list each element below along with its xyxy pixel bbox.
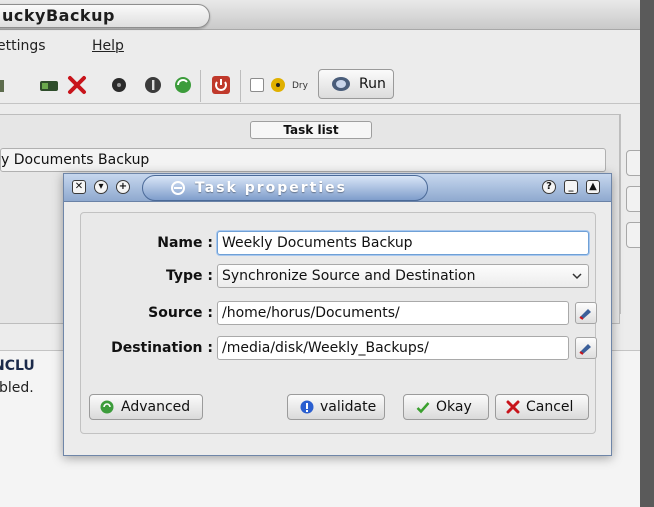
chevron-down-icon bbox=[572, 273, 582, 280]
name-field[interactable]: Weekly Documents Backup bbox=[217, 231, 589, 255]
type-label: Type : bbox=[165, 268, 213, 284]
menu-bar: ettings Help bbox=[0, 34, 640, 58]
menu-settings[interactable]: ettings bbox=[0, 38, 46, 54]
toolbar-separator bbox=[240, 70, 241, 102]
maximize-icon[interactable]: ▲ bbox=[586, 180, 600, 194]
dialog-title: Task properties bbox=[195, 180, 347, 196]
radiation-icon bbox=[271, 78, 285, 92]
cancel-button[interactable]: Cancel bbox=[495, 394, 589, 420]
window-title: uckyBackup bbox=[2, 6, 115, 25]
add-icon[interactable]: + bbox=[116, 180, 130, 194]
disk-icon[interactable] bbox=[108, 74, 130, 96]
dry-run-label: Dry bbox=[292, 81, 308, 91]
destination-label: Destination : bbox=[111, 340, 213, 356]
name-label: Name : bbox=[157, 235, 213, 251]
validate-label: validate bbox=[320, 399, 377, 415]
dialog-title-pill: Task properties bbox=[142, 175, 428, 201]
task-list-item[interactable]: kly Documents Backup bbox=[0, 148, 606, 172]
source-label: Source : bbox=[148, 305, 213, 321]
dry-run-checkbox[interactable] bbox=[250, 78, 264, 92]
advanced-icon bbox=[100, 400, 114, 414]
dialog-body: Name : Weekly Documents Backup Type : Sy… bbox=[80, 212, 597, 434]
run-label: Run bbox=[359, 76, 386, 92]
shade-icon[interactable]: ▾ bbox=[94, 180, 108, 194]
toolbar: Dry Run bbox=[0, 64, 640, 104]
side-button[interactable] bbox=[626, 186, 640, 212]
dialog-titlebar: ✕ ▾ + Task properties ? _ ▲ bbox=[64, 174, 611, 202]
close-icon bbox=[506, 400, 520, 414]
type-value: Synchronize Source and Destination bbox=[222, 268, 476, 284]
advanced-button[interactable]: Advanced bbox=[89, 394, 203, 420]
run-button[interactable]: Run bbox=[318, 69, 394, 99]
window-titlebar: uckyBackup bbox=[0, 0, 640, 30]
advanced-label: Advanced bbox=[121, 399, 191, 415]
okay-button[interactable]: Okay bbox=[403, 394, 489, 420]
backup-app-icon bbox=[171, 181, 185, 195]
folder-icon bbox=[579, 344, 591, 355]
shutdown-icon[interactable] bbox=[210, 74, 232, 96]
task-properties-dialog: ✕ ▾ + Task properties ? _ ▲ Name : Weekl… bbox=[63, 173, 612, 456]
info-icon[interactable] bbox=[142, 74, 164, 96]
menu-help[interactable]: Help bbox=[92, 38, 124, 54]
info-text: bled. bbox=[0, 380, 34, 396]
sync-icon[interactable] bbox=[172, 74, 194, 96]
panel-divider bbox=[620, 114, 621, 314]
remove-task-icon[interactable] bbox=[66, 74, 88, 96]
source-browse-button[interactable] bbox=[575, 302, 597, 324]
checkmark-icon bbox=[416, 402, 430, 414]
minimize-icon[interactable]: _ bbox=[564, 180, 578, 194]
cancel-label: Cancel bbox=[526, 399, 574, 415]
help-icon[interactable]: ? bbox=[542, 180, 556, 194]
close-icon[interactable]: ✕ bbox=[72, 180, 86, 194]
folder-icon bbox=[579, 309, 591, 320]
side-button[interactable] bbox=[626, 222, 640, 248]
source-field[interactable]: /home/horus/Documents/ bbox=[217, 301, 569, 325]
type-select[interactable]: Synchronize Source and Destination bbox=[217, 264, 589, 288]
run-icon bbox=[332, 77, 350, 91]
info-title: NCLU bbox=[0, 358, 35, 374]
destination-field[interactable]: /media/disk/Weekly_Backups/ bbox=[217, 336, 569, 360]
okay-label: Okay bbox=[436, 399, 472, 415]
validate-button[interactable]: validate bbox=[287, 394, 385, 420]
partial-toolbar-icon[interactable] bbox=[0, 74, 16, 96]
info-icon bbox=[300, 400, 314, 414]
side-button[interactable] bbox=[626, 150, 640, 176]
destination-browse-button[interactable] bbox=[575, 337, 597, 359]
toolbar-separator bbox=[200, 70, 201, 102]
add-task-icon[interactable] bbox=[38, 74, 60, 96]
task-list-header: Task list bbox=[250, 121, 372, 139]
